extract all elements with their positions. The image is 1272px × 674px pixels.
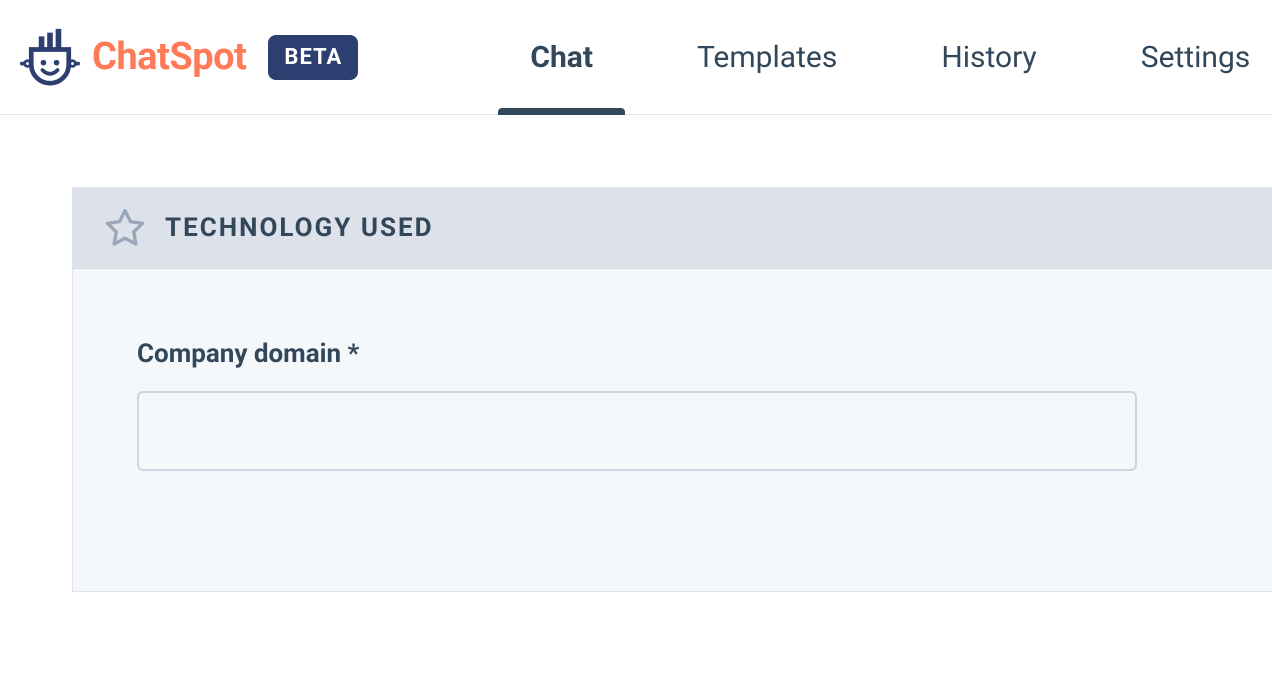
nav-tab-label: History (941, 40, 1036, 75)
nav-tabs: Chat Templates History Settings (478, 0, 1272, 114)
nav-tab-chat[interactable]: Chat (478, 0, 645, 114)
star-icon[interactable] (103, 206, 147, 250)
chatspot-logo-icon (20, 27, 80, 87)
nav-tab-label: Settings (1141, 40, 1251, 75)
nav-tab-label: Chat (530, 40, 593, 75)
beta-badge: BETA (268, 35, 358, 80)
logo-block: ChatSpot BETA (20, 27, 358, 87)
nav-tab-templates[interactable]: Templates (645, 0, 889, 114)
nav-tab-label: Templates (697, 40, 837, 75)
technology-used-card: TECHNOLOGY USED Company domain * (72, 187, 1272, 592)
company-domain-input[interactable] (137, 391, 1137, 471)
nav-tab-history[interactable]: History (889, 0, 1088, 114)
navbar: ChatSpot BETA Chat Templates History Set… (0, 0, 1272, 115)
card-header: TECHNOLOGY USED (73, 188, 1272, 269)
nav-tab-settings[interactable]: Settings (1089, 0, 1272, 114)
card-body: Company domain * (73, 269, 1272, 591)
company-domain-label: Company domain * (137, 339, 1208, 369)
main-content: TECHNOLOGY USED Company domain * (0, 115, 1272, 592)
logo-wordmark: ChatSpot (92, 35, 246, 79)
card-title: TECHNOLOGY USED (165, 213, 434, 243)
